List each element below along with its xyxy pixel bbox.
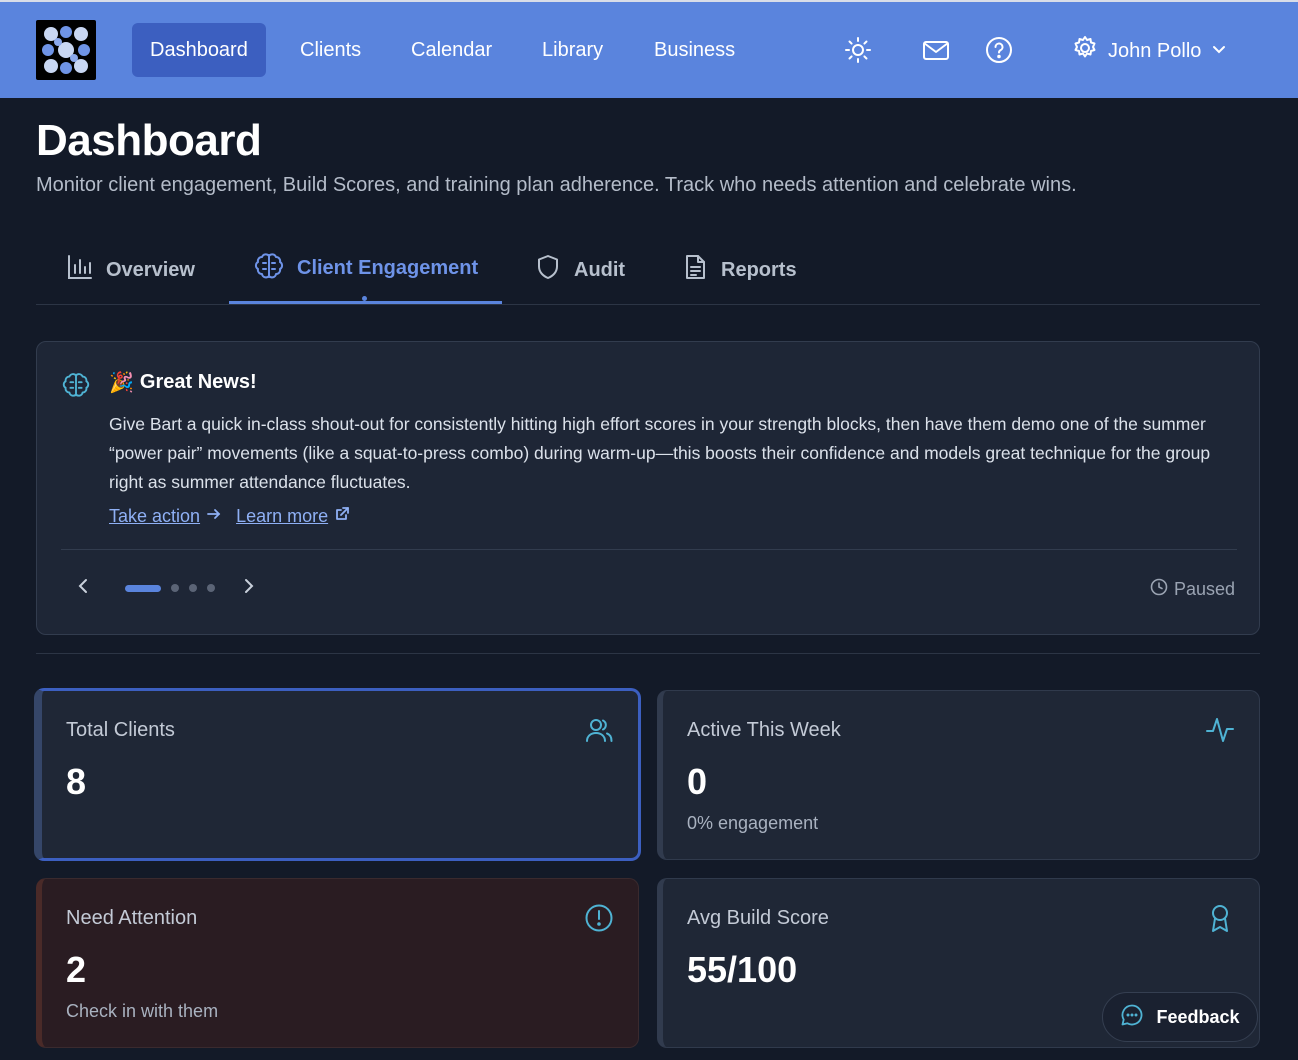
brain-icon [253,250,285,288]
stat-card-active-this-week[interactable]: Active This Week 0 0% engagement [657,690,1260,860]
brain-icon [61,370,91,405]
stat-card-total-clients[interactable]: Total Clients 8 [34,688,641,861]
stat-label: Need Attention [66,907,198,929]
alert-circle-icon [584,903,614,933]
stat-value: 2 [66,949,87,990]
stat-note: Check in with them [66,1001,219,1021]
insight-body: Give Bart a quick in-class shout-out for… [109,414,1211,492]
section-divider [36,653,1260,654]
stat-label: Active This Week [687,719,841,741]
tab-client-engagement[interactable]: Client Engagement [229,236,503,304]
help-icon[interactable] [985,36,1013,64]
stat-card-need-attention[interactable]: Need Attention 2 Check in with them [36,878,639,1048]
carousel-dot[interactable] [171,584,179,592]
tab-label: Reports [721,258,797,281]
page-title: Dashboard [36,116,262,165]
users-icon [584,715,614,745]
party-popper-icon: 🎉 [109,372,134,394]
carousel-status[interactable]: Paused [1150,578,1235,601]
insight-title-text: Great News! [139,371,257,393]
stat-label: Total Clients [66,719,175,741]
learn-more-label: Learn more [236,506,329,526]
take-action-label: Take action [109,506,201,526]
gear-icon [1072,35,1098,67]
bar-chart-icon [66,253,94,287]
carousel-dot[interactable] [207,584,215,592]
tab-label: Audit [574,258,626,281]
nav-clients[interactable]: Clients [282,23,379,77]
chevron-left-icon[interactable] [73,576,93,601]
shield-icon [534,253,562,287]
nav-library[interactable]: Library [524,23,621,77]
learn-more-link[interactable]: Learn more [236,506,350,527]
nav-dashboard[interactable]: Dashboard [132,23,266,77]
insight-links: Take action Learn more [109,506,350,527]
mail-icon[interactable] [922,36,950,64]
tab-label: Client Engagement [297,257,479,279]
carousel-dot[interactable] [189,584,197,592]
stat-value: 55/100 [687,949,798,990]
take-action-link[interactable]: Take action [109,506,222,527]
top-navigation-bar: Dashboard Clients Calendar Library Busin… [0,0,1298,98]
stat-value: 8 [66,761,87,802]
carousel-status-label: Paused [1173,579,1235,599]
user-menu[interactable]: John Pollo [1072,36,1227,66]
document-icon [681,253,709,287]
feedback-label: Feedback [1156,1006,1240,1027]
carousel-dot-active[interactable] [125,584,161,592]
sun-icon[interactable] [844,36,872,64]
active-tab-indicator [362,296,367,301]
chevron-down-icon [1211,40,1227,63]
tab-label: Overview [106,258,195,281]
stat-note: 0% engagement [687,813,819,833]
stat-value: 0 [687,761,708,802]
user-name: John Pollo [1108,39,1202,62]
arrow-right-icon [206,506,222,527]
insight-title: 🎉 Great News! [109,370,257,395]
tab-reports[interactable]: Reports [681,236,797,304]
external-link-icon [334,506,350,527]
insight-carousel: 🎉 Great News! Give Bart a quick in-class… [36,341,1260,635]
feedback-button[interactable]: Feedback [1102,992,1258,1042]
clock-icon [1150,578,1168,601]
tab-audit[interactable]: Audit [534,236,625,304]
nav-calendar[interactable]: Calendar [393,23,510,77]
chevron-right-icon[interactable] [239,576,259,601]
dashboard-tabs: Overview Client Engagement Audit Reports [36,236,1260,305]
carousel-pager [73,578,259,598]
activity-icon [1205,715,1235,745]
insight-divider [61,549,1237,550]
page-subtitle: Monitor client engagement, Build Scores,… [36,174,1077,196]
stat-label: Avg Build Score [687,907,829,929]
award-icon [1205,903,1235,933]
app-logo[interactable] [36,20,96,80]
chat-bubble-icon [1120,1003,1144,1032]
nav-business[interactable]: Business [636,23,753,77]
tab-overview[interactable]: Overview [66,236,195,304]
